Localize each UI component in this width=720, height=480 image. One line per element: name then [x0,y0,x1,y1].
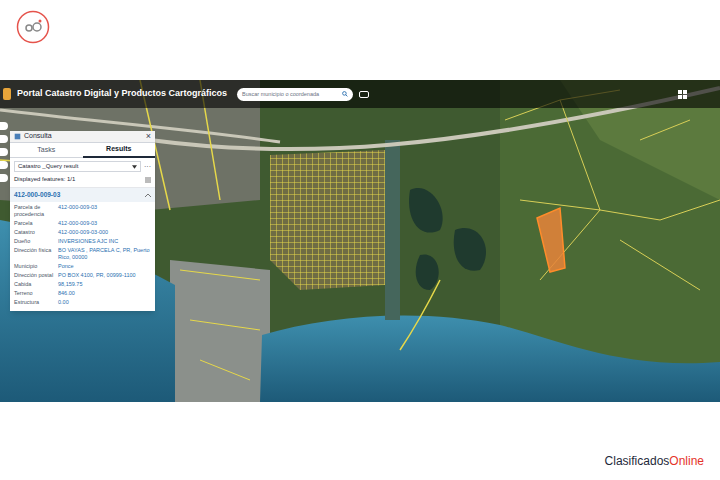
attribute-row: Catastro412-000-009-03-000 [14,229,151,236]
panel-tab[interactable]: Tasks [10,143,83,158]
map-toolbar [0,122,8,182]
panel-header: Consulta × [10,131,155,143]
query-icon [14,133,21,140]
panel-tab[interactable]: Results [83,143,156,158]
layers-button[interactable] [359,91,369,98]
attribute-row: Cabida98,159.75 [14,281,151,288]
attribute-row: Parcela412-000-009-03 [14,220,151,227]
dropdown-caret-icon [132,165,137,169]
attribute-row: Parcela de procedencia412-000-009-03 [14,204,151,218]
tool-button[interactable] [0,148,8,156]
close-button[interactable]: × [146,132,151,141]
map-view: Portal Catastro Digital y Productos Cart… [0,80,720,402]
search-icon[interactable] [342,91,348,97]
search-field[interactable]: Buscar municipio o coordenada [237,88,353,101]
attribute-row: Dirección físicaBO VAYAS , PARCELA C, PR… [14,247,151,261]
brand-logo: ClasificadosOnline [605,452,704,470]
tool-button[interactable] [0,161,8,169]
page: Portal Catastro Digital y Productos Cart… [0,0,720,480]
tool-button[interactable] [0,135,8,143]
portal-top-bar: Portal Catastro Digital y Productos Cart… [0,80,720,108]
layer-row: Catastro _Query result··· [10,158,155,175]
feature-header[interactable]: 412-000-009-03 [10,188,155,202]
attribute-row: Estructura0.00 [14,299,151,306]
panel-tabs: TasksResults [10,143,155,158]
attribute-row: MunicipioPonce [14,263,151,270]
portal-title: Portal Catastro Digital y Productos Cart… [17,87,227,101]
selected-parcel[interactable] [537,208,565,272]
tool-button[interactable] [0,174,8,182]
layer-menu-button[interactable]: ··· [144,163,151,170]
attribute-row: Dirección postalPO BOX 4100, PR, 00999-1… [14,272,151,279]
footer-strip: ClasificadosOnline [0,402,720,480]
logo-icon [16,10,50,44]
list-options-icon[interactable] [145,177,151,183]
portal-logo-icon [3,88,11,100]
layer-select[interactable]: Catastro _Query result [14,161,141,172]
panel-title: Consulta [24,131,52,142]
attribute-row: DueñoINVERSIONES AJC INC [14,238,151,245]
attribute-row: Terreno846.00 [14,290,151,297]
tool-button[interactable] [0,122,8,130]
displayed-row: Displayed features: 1/1 [10,175,155,188]
collapse-chevron-icon[interactable] [145,193,151,197]
header-strip [0,0,720,80]
feature-attributes: Parcela de procedencia412-000-009-03 Parc… [10,202,155,311]
query-panel: Consulta×TasksResultsCatastro _Query res… [10,131,155,311]
apps-grid-icon[interactable] [678,90,687,99]
